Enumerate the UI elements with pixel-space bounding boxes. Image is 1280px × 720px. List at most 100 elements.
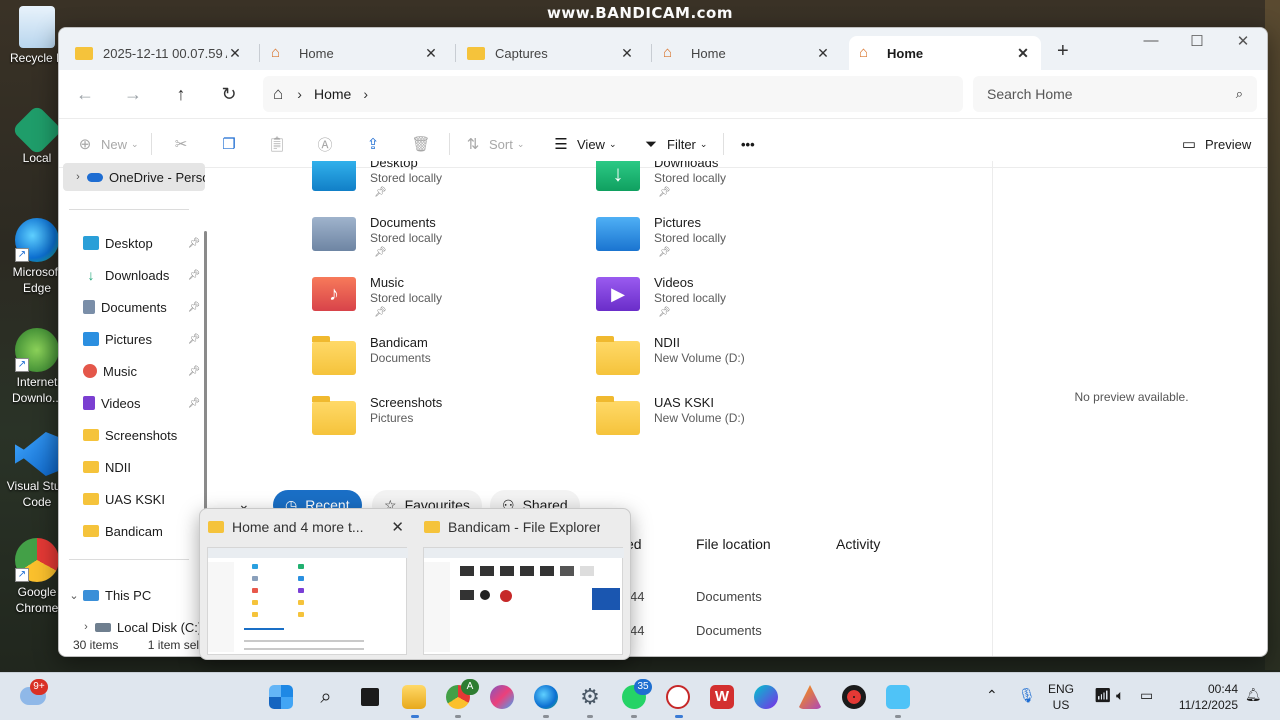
tab-home-2[interactable]: ⌂ Home ✕ xyxy=(653,36,841,70)
quick-access-ndii[interactable]: NDII New Volume (D:) xyxy=(596,335,866,391)
quick-access-music[interactable]: ♪ Music Stored locally 📌︎ xyxy=(312,275,582,331)
more-options-button[interactable]: ••• xyxy=(741,132,755,156)
tab-folder-1[interactable]: 2025-12-11 00.07.59 Ar ✕ xyxy=(65,36,253,70)
chevron-right-icon[interactable]: › xyxy=(69,171,87,183)
minimize-button[interactable]: — xyxy=(1131,32,1171,49)
close-tab-icon[interactable]: ✕ xyxy=(619,45,635,62)
quick-access-pictures[interactable]: Pictures Stored locally 📌︎ xyxy=(596,215,866,271)
sidebar-item-pictures[interactable]: Pictures 📌︎ xyxy=(59,325,201,353)
settings-gear-icon[interactable]: ⚙ xyxy=(578,685,602,709)
notepad-icon[interactable] xyxy=(886,685,910,709)
selection-count: 1 item sele xyxy=(147,638,206,652)
notification-bell-icon[interactable]: 🔔︎ xyxy=(1245,687,1262,703)
shortcut-arrow-icon: ↗ xyxy=(15,568,29,582)
quick-access-bandicam[interactable]: Bandicam Documents xyxy=(312,335,582,391)
close-tab-icon[interactable]: ✕ xyxy=(423,45,439,62)
thumbnail-home-window[interactable]: Home and 4 more t... ✕ xyxy=(200,509,414,661)
sidebar-item-downloads[interactable]: ↓ Downloads 📌︎ xyxy=(59,261,201,289)
breadcrumb-home[interactable]: Home xyxy=(314,86,351,102)
refresh-button[interactable]: ↻ xyxy=(217,82,241,106)
sidebar-item-label: Downloads xyxy=(105,267,170,283)
tab-captures[interactable]: Captures ✕ xyxy=(457,36,645,70)
thumbnail-bandicam-window[interactable]: Bandicam - File Explorer xyxy=(416,509,630,661)
column-header-file-location[interactable]: File location xyxy=(696,536,771,552)
chevron-down-icon: ⌄ xyxy=(131,138,139,149)
tab-home-1[interactable]: ⌂ Home ✕ xyxy=(261,36,449,70)
app-mountain-icon[interactable] xyxy=(798,685,822,709)
chevron-down-icon[interactable]: ⌄ xyxy=(65,589,83,602)
quick-access-videos[interactable]: ▶ Videos Stored locally 📌︎ xyxy=(596,275,866,331)
file-explorer-icon[interactable] xyxy=(402,685,426,709)
view-button[interactable]: ☰ View ⌄ xyxy=(551,132,616,156)
sort-button[interactable]: ⇅ Sort ⌄ xyxy=(463,132,525,156)
shortcut-arrow-icon: ↗ xyxy=(15,248,29,262)
new-button[interactable]: ⊕ New ⌄ xyxy=(75,132,139,156)
delete-button[interactable]: 🗑︎ xyxy=(411,132,437,156)
forward-button[interactable]: → xyxy=(121,82,145,106)
close-window-button[interactable]: ✕ xyxy=(1223,32,1263,50)
wifi-icon[interactable]: 📶︎ xyxy=(1094,687,1112,703)
pin-icon: 📌︎ xyxy=(187,269,201,281)
sidebar-item-bandicam[interactable]: Bandicam xyxy=(59,517,201,545)
tab-divider xyxy=(455,44,456,62)
wps-office-icon[interactable]: W xyxy=(710,685,734,709)
sidebar-item-local-disk[interactable]: › Local Disk (C:) xyxy=(71,613,213,641)
search-input[interactable]: Search Home ⌕ xyxy=(973,76,1257,112)
quick-access-screenshots[interactable]: Screenshots Pictures xyxy=(312,395,582,451)
chevron-right-icon[interactable]: › xyxy=(363,86,368,102)
edge-icon[interactable] xyxy=(534,685,558,709)
downloads-folder-icon: ↓ xyxy=(596,161,640,191)
back-button[interactable]: ← xyxy=(73,82,97,106)
folder-icon xyxy=(424,521,440,533)
copilot-icon[interactable] xyxy=(490,685,514,709)
battery-icon[interactable]: ▭ xyxy=(1140,687,1153,703)
close-tab-icon[interactable]: ✕ xyxy=(1015,45,1031,62)
quick-access-downloads[interactable]: ↓ Downloads Stored locally 📌︎ xyxy=(596,161,866,211)
up-button[interactable]: ↑ xyxy=(169,82,193,106)
microphone-icon[interactable]: 🎙︎ xyxy=(1018,687,1036,703)
language-indicator[interactable]: ENG US xyxy=(1048,681,1074,713)
share-button[interactable]: ⇪ xyxy=(363,132,389,156)
preview-pane-button[interactable]: ▭ Preview xyxy=(1179,132,1251,156)
rename-button[interactable]: Ⓐ xyxy=(315,132,341,156)
item-name: UAS KSKI xyxy=(654,395,714,410)
sidebar-item-this-pc[interactable]: ⌄ This PC xyxy=(59,581,201,609)
address-bar[interactable]: ⌂ › Home › xyxy=(263,76,963,112)
sidebar-item-music[interactable]: Music 📌︎ xyxy=(59,357,201,385)
close-tab-icon[interactable]: ✕ xyxy=(227,45,243,62)
sidebar-item-documents[interactable]: Documents 📌︎ xyxy=(59,293,201,321)
new-tab-button[interactable]: + xyxy=(1057,40,1069,63)
start-button[interactable] xyxy=(269,685,293,709)
canva-icon[interactable] xyxy=(754,685,778,709)
documents-icon xyxy=(83,300,95,314)
volume-icon[interactable]: 🔈︎ xyxy=(1116,687,1124,703)
local-app-icon xyxy=(11,104,63,156)
sidebar-item-onedrive[interactable]: › OneDrive - Perso xyxy=(63,163,205,191)
maximize-button[interactable]: ☐ xyxy=(1177,32,1217,50)
quick-access-desktop[interactable]: Desktop Stored locally 📌︎ xyxy=(312,161,582,211)
bandicam-icon[interactable] xyxy=(666,685,690,709)
sidebar-item-ndii[interactable]: NDII xyxy=(59,453,201,481)
sidebar-item-videos[interactable]: Videos 📌︎ xyxy=(59,389,201,417)
show-hidden-icons-chevron-icon[interactable]: ⌃ xyxy=(986,687,998,703)
home-icon: ⌂ xyxy=(271,44,281,61)
copy-button[interactable]: ❐ xyxy=(219,132,245,156)
search-icon[interactable]: ⌕ xyxy=(314,685,338,709)
sidebar-item-uas-kski[interactable]: UAS KSKI xyxy=(59,485,201,513)
filter-button[interactable]: ⏷ Filter ⌄ xyxy=(641,132,707,156)
tab-home-active[interactable]: ⌂ Home ✕ xyxy=(849,36,1041,70)
task-view-icon[interactable] xyxy=(358,685,382,709)
chevron-right-icon[interactable]: › xyxy=(77,621,95,633)
paste-button[interactable]: 📋︎ xyxy=(267,132,293,156)
record-icon[interactable] xyxy=(842,685,866,709)
close-thumbnail-icon[interactable]: ✕ xyxy=(391,518,404,536)
quick-access-uas-kski[interactable]: UAS KSKI New Volume (D:) xyxy=(596,395,866,451)
cut-button[interactable]: ✂ xyxy=(171,132,197,156)
sidebar-item-desktop[interactable]: Desktop 📌︎ xyxy=(59,229,201,257)
sidebar-item-screenshots[interactable]: Screenshots xyxy=(59,421,201,449)
quick-access-documents[interactable]: Documents Stored locally 📌︎ xyxy=(312,215,582,271)
close-tab-icon[interactable]: ✕ xyxy=(815,45,831,62)
search-placeholder: Search Home xyxy=(987,86,1073,102)
clock[interactable]: 00:44 11/12/2025 xyxy=(1172,681,1238,713)
column-header-activity[interactable]: Activity xyxy=(836,536,880,552)
